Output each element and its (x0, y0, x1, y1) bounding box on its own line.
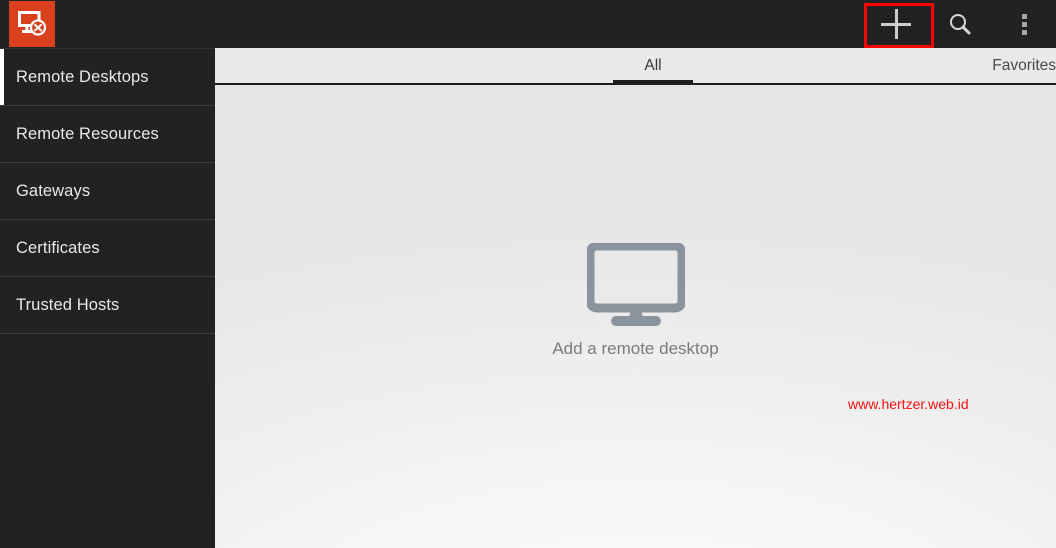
sidebar-item-remote-resources[interactable]: Remote Resources (0, 106, 215, 163)
sidebar-item-label: Remote Desktops (16, 67, 149, 86)
overflow-menu-button[interactable] (992, 0, 1056, 48)
search-icon (950, 14, 971, 35)
sidebar-item-label: Remote Resources (16, 124, 159, 143)
search-button[interactable] (928, 0, 992, 48)
tab-favorites[interactable]: Favorites (954, 48, 1056, 83)
monitor-icon (586, 243, 685, 326)
tab-all[interactable]: All (613, 48, 693, 83)
remote-desktop-logo-icon (18, 11, 47, 36)
add-desktop-button[interactable] (864, 0, 928, 48)
sidebar-item-certificates[interactable]: Certificates (0, 220, 215, 277)
app-bar-actions (864, 0, 1056, 48)
tab-label: All (644, 56, 662, 74)
content-area: All Favorites Add a remote desktop www.h… (215, 48, 1056, 548)
overflow-menu-icon (1021, 13, 1027, 35)
tab-label: Favorites (992, 56, 1056, 74)
sidebar-item-label: Gateways (16, 181, 91, 200)
app-logo[interactable] (9, 1, 55, 47)
sidebar-item-label: Certificates (16, 238, 100, 257)
plus-icon (881, 9, 911, 39)
empty-state-label: Add a remote desktop (552, 339, 719, 358)
sidebar-item-trusted-hosts[interactable]: Trusted Hosts (0, 277, 215, 334)
tab-bar: All Favorites (215, 48, 1056, 85)
sidebar-item-gateways[interactable]: Gateways (0, 163, 215, 220)
sidebar-item-label: Trusted Hosts (16, 295, 120, 314)
empty-state: Add a remote desktop (215, 243, 1056, 359)
sidebar: Remote Desktops Remote Resources Gateway… (0, 48, 215, 548)
watermark-text: www.hertzer.web.id (848, 396, 969, 412)
sidebar-item-remote-desktops[interactable]: Remote Desktops (0, 49, 215, 106)
app-bar (0, 0, 1056, 48)
app-window: Remote Desktops Remote Resources Gateway… (0, 0, 1056, 548)
